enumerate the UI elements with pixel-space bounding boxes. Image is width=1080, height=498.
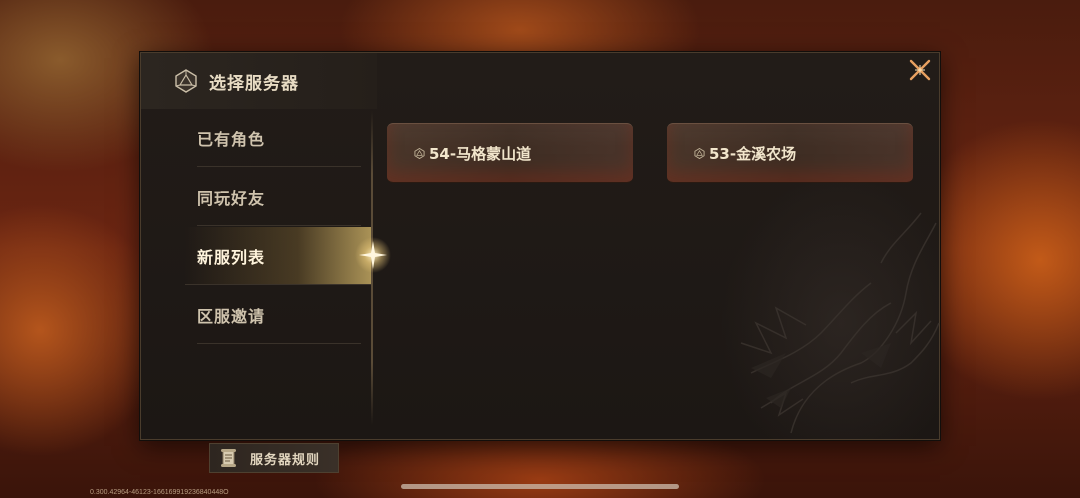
server-select-dialog: 选择服务器 已有角色 同玩好友 新服列表 区服邀请 服务器规则 54-马格蒙山道… bbox=[140, 52, 940, 473]
scroll-icon bbox=[218, 447, 240, 469]
dialog-header: 选择服务器 bbox=[141, 53, 377, 109]
home-indicator-bar[interactable] bbox=[401, 484, 679, 489]
server-dice-icon bbox=[693, 147, 705, 159]
server-dice-icon bbox=[413, 147, 425, 159]
server-name: 53-金溪农场 bbox=[709, 144, 797, 163]
sidebar-item-label: 同玩好友 bbox=[197, 188, 266, 208]
server-rules-label: 服务器规则 bbox=[250, 452, 321, 468]
sidebar-item-new-servers[interactable]: 新服列表 bbox=[185, 227, 373, 285]
sidebar-item-label: 已有角色 bbox=[197, 129, 266, 149]
server-card[interactable]: 54-马格蒙山道 bbox=[387, 123, 633, 183]
d20-dice-icon bbox=[173, 68, 199, 94]
sidebar: 已有角色 同玩好友 新服列表 区服邀请 服务器规则 bbox=[141, 109, 373, 473]
sidebar-item-label: 新服列表 bbox=[197, 247, 266, 267]
sidebar-item-label: 区服邀请 bbox=[197, 306, 266, 326]
sidebar-item-server-invite[interactable]: 区服邀请 bbox=[197, 286, 361, 344]
dialog-title: 选择服务器 bbox=[209, 73, 299, 94]
version-string: 0.300.42964-46123-166169919236840448O bbox=[90, 489, 229, 496]
server-card[interactable]: 53-金溪农场 bbox=[667, 123, 913, 183]
server-rules-button[interactable]: 服务器规则 bbox=[209, 443, 339, 473]
close-button[interactable] bbox=[905, 57, 935, 87]
sidebar-item-friends-playing[interactable]: 同玩好友 bbox=[197, 168, 361, 226]
sidebar-item-existing-characters[interactable]: 已有角色 bbox=[197, 109, 361, 167]
server-name: 54-马格蒙山道 bbox=[429, 144, 532, 163]
dragon-decoration bbox=[740, 212, 940, 434]
active-tab-sparkle-icon bbox=[353, 235, 393, 275]
close-x-icon bbox=[906, 56, 934, 88]
